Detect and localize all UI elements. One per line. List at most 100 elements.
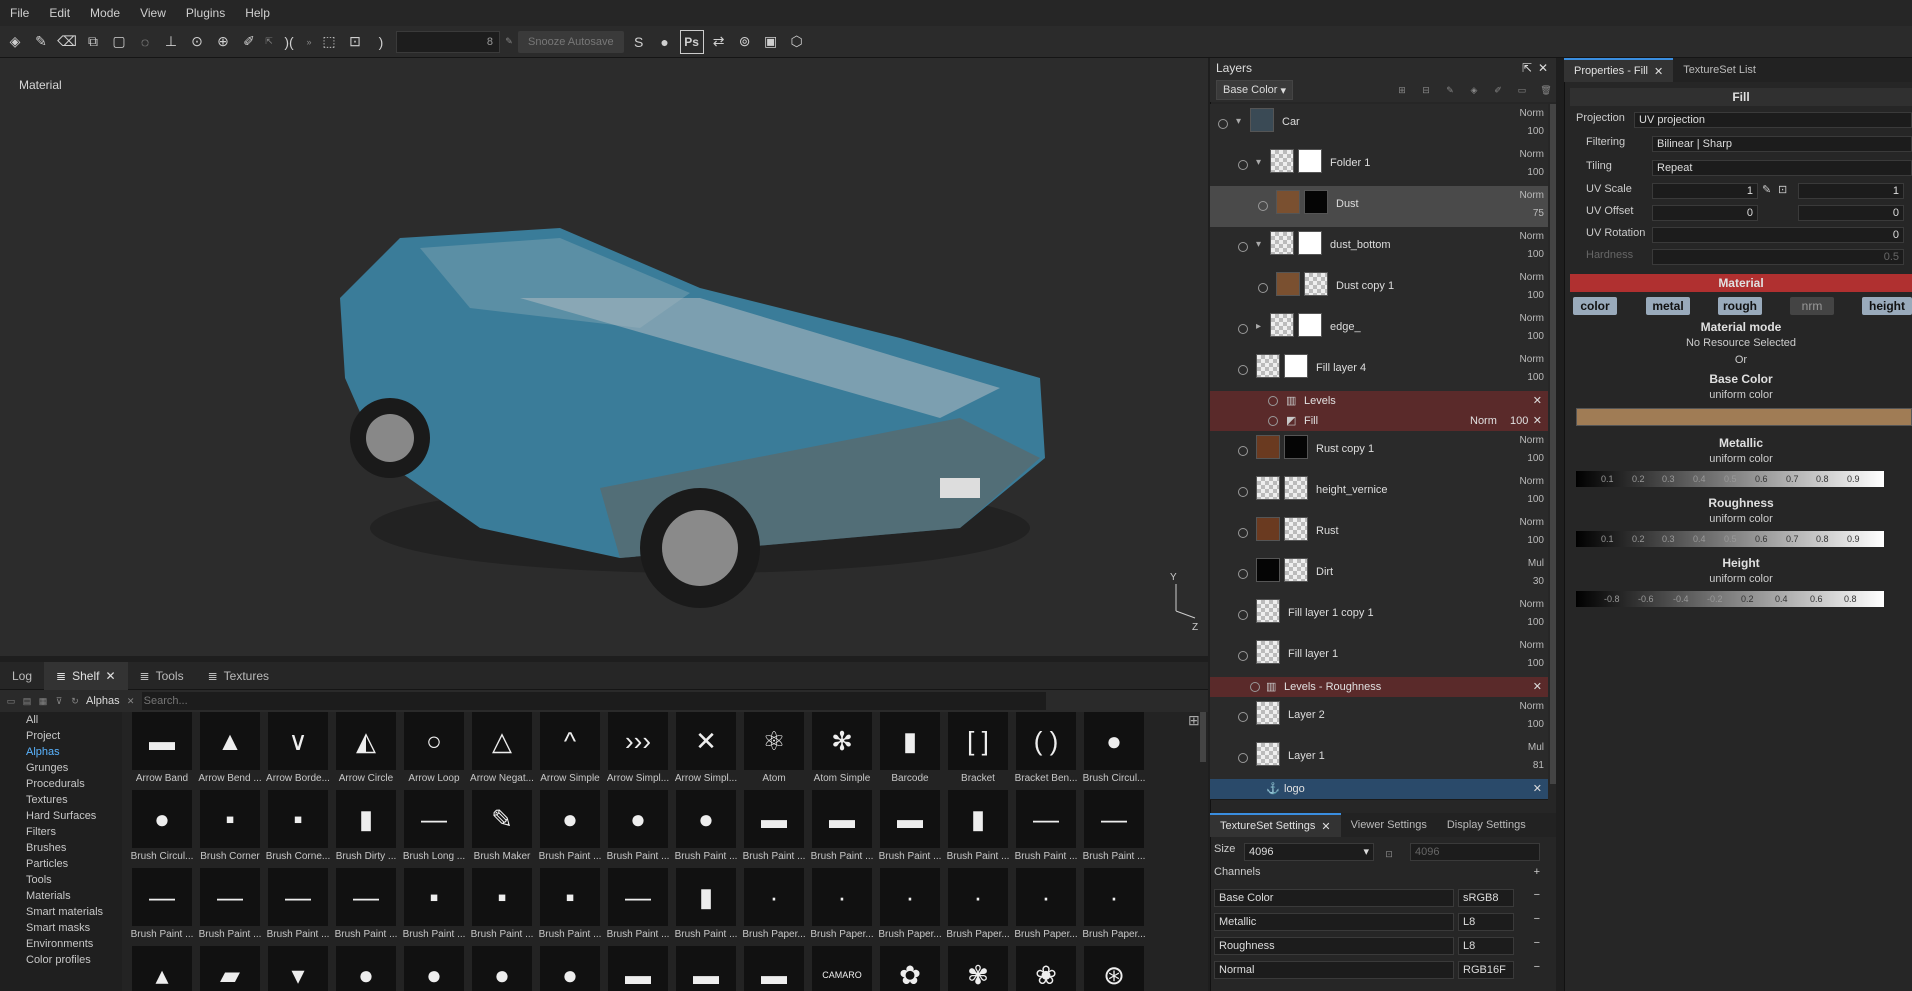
layer-row[interactable]: Dust Norm 75 xyxy=(1210,186,1548,228)
shelf-item[interactable]: ✎ Brush Maker xyxy=(468,790,536,868)
shelf-item[interactable]: ( ) Bracket Ben... xyxy=(1012,712,1080,790)
shelf-item[interactable]: — Brush Paint ... xyxy=(264,868,332,946)
clear-filter-icon[interactable]: ✕ xyxy=(126,690,136,712)
cube-icon[interactable]: ⬚ xyxy=(318,31,340,53)
channel-name-field[interactable]: Normal xyxy=(1214,961,1454,979)
shelf-item[interactable]: ▮ Barcode xyxy=(876,712,944,790)
levels-effect-row[interactable]: ▥ Levels ✕ xyxy=(1210,391,1548,412)
circle-icon[interactable]: ● xyxy=(654,31,676,53)
layer-mask-thumbnail[interactable] xyxy=(1284,354,1308,378)
projection-icon[interactable]: ⧉ xyxy=(82,31,104,53)
menu-plugins[interactable]: Plugins xyxy=(176,6,235,20)
layer-blend-mode[interactable]: Norm xyxy=(1520,517,1544,528)
layer-opacity[interactable]: 100 xyxy=(1527,167,1544,178)
shelf-item[interactable]: CAMARO xyxy=(808,946,876,991)
shelf-item[interactable]: △ Arrow Negat... xyxy=(468,712,536,790)
shelf-item[interactable]: ▰ xyxy=(196,946,264,991)
roughness-slider[interactable]: 0.1 0.2 0.3 0.4 0.5 0.6 0.7 0.8 0.9 xyxy=(1576,531,1884,547)
video-icon[interactable]: ▣ xyxy=(760,31,782,53)
shelf-item[interactable]: ▬ Brush Paint ... xyxy=(740,790,808,868)
visibility-eye-icon[interactable] xyxy=(1238,324,1248,334)
layer-opacity[interactable]: 100 xyxy=(1527,617,1544,628)
channel-dropdown[interactable]: Base Color ▾ xyxy=(1216,80,1293,100)
shelf-item[interactable]: ● xyxy=(332,946,400,991)
uv-rotation-field[interactable]: 0 xyxy=(1652,227,1904,243)
height-slider[interactable]: -0.8 -0.6 -0.4 -0.2 0.2 0.4 0.6 0.8 xyxy=(1576,591,1884,607)
snooze-autosave-button[interactable]: Snooze Autosave xyxy=(518,30,624,53)
visibility-eye-icon[interactable] xyxy=(1238,160,1248,170)
remove-channel-icon[interactable]: − xyxy=(1534,889,1540,901)
shelf-item[interactable]: ▬ xyxy=(672,946,740,991)
shelf-item[interactable]: [ ] Bracket xyxy=(944,712,1012,790)
metallic-slider[interactable]: 0.1 0.2 0.3 0.4 0.5 0.6 0.7 0.8 0.9 xyxy=(1576,471,1884,487)
channel-format-dropdown[interactable]: sRGB8 xyxy=(1458,889,1514,907)
export-icon[interactable]: ⇄ xyxy=(708,31,730,53)
size-dropdown[interactable]: 4096 ▾ xyxy=(1244,843,1374,861)
shelf-category-procedurals[interactable]: Procedurals xyxy=(0,776,122,792)
layer-blend-mode[interactable]: Norm xyxy=(1520,435,1544,446)
shelf-item[interactable]: ▬ xyxy=(740,946,808,991)
shelf-item[interactable]: ▬ Arrow Band xyxy=(128,712,196,790)
close-icon[interactable]: ✕ xyxy=(1533,782,1542,795)
shelf-category-environments[interactable]: Environments xyxy=(0,936,122,952)
shelf-item[interactable]: ▬ Brush Paint ... xyxy=(808,790,876,868)
shelf-item[interactable]: — Brush Paint ... xyxy=(128,868,196,946)
undock-icon[interactable]: ⇱ xyxy=(1522,58,1532,78)
layer-row[interactable]: Rust copy 1 Norm 100 xyxy=(1210,431,1548,473)
paint-brush-icon[interactable]: ✎ xyxy=(30,31,52,53)
lazy-mouse-icon[interactable]: ) xyxy=(370,31,392,53)
layer-blend-mode[interactable]: Norm xyxy=(1520,272,1544,283)
shelf-item[interactable]: ▮ Brush Paint ... xyxy=(944,790,1012,868)
visibility-eye-icon[interactable] xyxy=(1238,651,1248,661)
shelf-item[interactable]: ▴ xyxy=(128,946,196,991)
layer-mask-thumbnail[interactable] xyxy=(1304,272,1328,296)
visibility-eye-icon[interactable] xyxy=(1250,682,1260,692)
delete-layer-icon[interactable]: 🗑 xyxy=(1536,79,1556,101)
layer-row[interactable]: Layer 2 Norm 100 xyxy=(1210,697,1548,739)
shelf-item[interactable]: ✿ xyxy=(876,946,944,991)
uv-scale-field[interactable]: 1 xyxy=(1652,183,1758,199)
layer-mask-thumbnail[interactable] xyxy=(1284,517,1308,541)
visibility-eye-icon[interactable] xyxy=(1268,396,1278,406)
remove-channel-icon[interactable]: − xyxy=(1534,961,1540,973)
shelf-item[interactable]: ⚛ Atom xyxy=(740,712,808,790)
layer-blend-mode[interactable]: Norm xyxy=(1520,640,1544,651)
stroke-field[interactable]: 8 xyxy=(396,30,500,53)
layer-opacity[interactable]: 100 xyxy=(1527,453,1544,464)
layer-blend-mode[interactable]: Norm xyxy=(1520,190,1544,201)
shelf-item[interactable]: · Brush Paper... xyxy=(944,868,1012,946)
uv-offset-field-2[interactable]: 0 xyxy=(1798,205,1904,221)
visibility-eye-icon[interactable] xyxy=(1258,283,1268,293)
shelf-item[interactable]: ▬ Brush Paint ... xyxy=(876,790,944,868)
shelf-category-all[interactable]: All xyxy=(0,712,122,728)
tab-properties-fill[interactable]: Properties - Fill ✕ xyxy=(1564,58,1674,82)
shelf-item[interactable]: ▪ Brush Paint ... xyxy=(468,868,536,946)
shelf-category-smart-masks[interactable]: Smart masks xyxy=(0,920,122,936)
layer-row[interactable]: ▾ Car Norm 100 xyxy=(1210,104,1548,146)
layer-opacity[interactable]: 75 xyxy=(1533,208,1544,219)
tab-log[interactable]: Log xyxy=(0,662,44,690)
shelf-item[interactable]: ▪ Brush Corner xyxy=(196,790,264,868)
expand-icon[interactable]: ⇱ xyxy=(264,31,274,53)
layer-blend-mode[interactable]: Mul xyxy=(1528,558,1544,569)
shelf-category-tools[interactable]: Tools xyxy=(0,872,122,888)
tab-shelf[interactable]: ≣ Shelf ✕ xyxy=(44,661,128,690)
shelf-item[interactable]: · Brush Paper... xyxy=(1012,868,1080,946)
shelf-search-input[interactable] xyxy=(141,692,1046,710)
layer-blend-mode[interactable]: Mul xyxy=(1528,742,1544,753)
shelf-item[interactable]: ✻ Atom Simple xyxy=(808,712,876,790)
folder-icon[interactable]: ▭ xyxy=(6,690,16,712)
shelf-item[interactable]: — Brush Paint ... xyxy=(196,868,264,946)
menu-view[interactable]: View xyxy=(130,6,176,20)
tab-textureset-settings[interactable]: TextureSet Settings ✕ xyxy=(1210,813,1341,837)
layer-row[interactable]: Fill layer 1 copy 1 Norm 100 xyxy=(1210,595,1548,637)
base-color-swatch[interactable] xyxy=(1576,408,1912,426)
shelf-item[interactable]: ● xyxy=(400,946,468,991)
photoshop-export-button[interactable]: Ps xyxy=(679,29,704,54)
layer-row[interactable]: height_vernice Norm 100 xyxy=(1210,472,1548,514)
layer-blend-mode[interactable]: Norm xyxy=(1520,354,1544,365)
layer-blend-mode[interactable]: Norm xyxy=(1520,476,1544,487)
add-effect-icon[interactable]: ⊞ xyxy=(1392,79,1412,101)
logo-anchor-row[interactable]: ⚓ logo ✕ xyxy=(1210,779,1548,800)
tab-display-settings[interactable]: Display Settings xyxy=(1437,813,1536,837)
